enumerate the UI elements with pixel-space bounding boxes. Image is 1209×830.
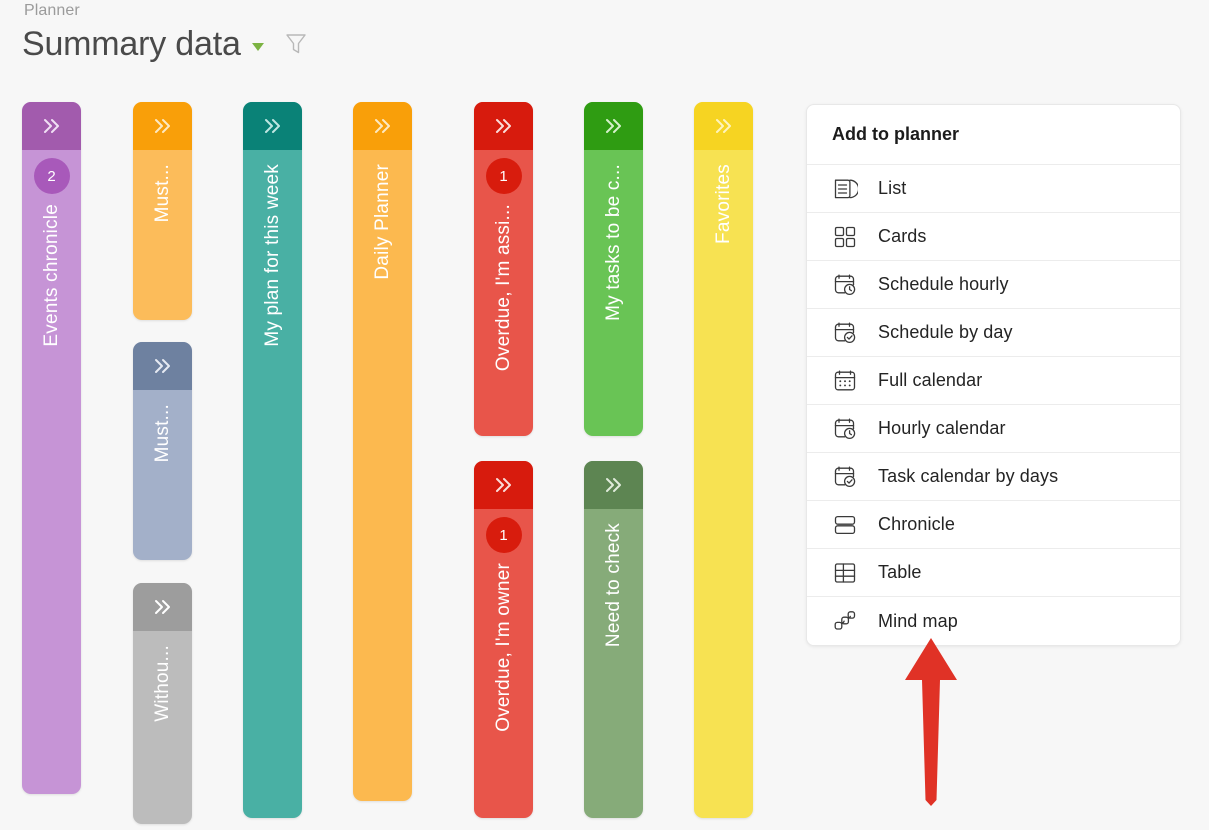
column-title: Overdue, I'm assi... bbox=[492, 204, 514, 372]
app-root: Planner Summary data 2 Events chronicle Mu… bbox=[0, 0, 1209, 830]
menu-item-label: Mind map bbox=[878, 610, 958, 631]
planner-column-card[interactable]: 1 Overdue, I'm owner bbox=[474, 461, 533, 818]
column-card-body: Need to check bbox=[584, 509, 643, 818]
menu-item-label: Schedule by day bbox=[878, 322, 1013, 342]
up-arrow-annotation bbox=[900, 636, 962, 813]
planner-column-card[interactable]: Favorites bbox=[694, 102, 753, 818]
rows-icon bbox=[832, 512, 858, 538]
add-to-planner-panel: Add to planner List Cards Schedule hourly S… bbox=[806, 104, 1181, 646]
page-title-row: Summary data bbox=[22, 22, 308, 66]
list-icon bbox=[832, 176, 858, 202]
menu-item-table[interactable]: Table bbox=[807, 549, 1180, 597]
double-chevron-right-icon bbox=[150, 356, 176, 376]
calendar-clock-icon bbox=[832, 272, 858, 298]
planner-column-card[interactable]: Withou... bbox=[133, 583, 192, 824]
column-expand-button[interactable] bbox=[22, 102, 81, 150]
menu-item-mind-map[interactable]: Mind map bbox=[807, 597, 1180, 645]
menu-item-label: Full calendar bbox=[878, 370, 983, 390]
planner-column-card[interactable]: Need to check bbox=[584, 461, 643, 818]
column-card-body: My plan for this week bbox=[243, 150, 302, 818]
menu-item-list[interactable]: List bbox=[807, 165, 1180, 213]
column-title: Favorites bbox=[712, 164, 734, 244]
chevron-down-icon[interactable] bbox=[251, 43, 264, 51]
double-chevron-right-icon bbox=[150, 116, 176, 136]
mind-map-icon bbox=[832, 608, 858, 634]
column-expand-button[interactable] bbox=[474, 102, 533, 150]
column-title: Must... bbox=[151, 164, 173, 223]
panel-title: Add to planner bbox=[807, 105, 1180, 165]
column-title: Need to check bbox=[602, 523, 624, 648]
panel-menu-list: List Cards Schedule hourly Schedule by day F… bbox=[807, 165, 1180, 645]
column-title: Overdue, I'm owner bbox=[492, 563, 514, 732]
column-expand-button[interactable] bbox=[133, 102, 192, 150]
table-icon bbox=[832, 560, 858, 586]
double-chevron-right-icon bbox=[601, 475, 627, 495]
column-expand-button[interactable] bbox=[474, 461, 533, 509]
planner-column-card[interactable]: Must... bbox=[133, 342, 192, 560]
column-expand-button[interactable] bbox=[694, 102, 753, 150]
menu-item-task-calendar-by-days[interactable]: Task calendar by days bbox=[807, 453, 1180, 501]
column-card-body: Must... bbox=[133, 150, 192, 320]
menu-item-label: Table bbox=[878, 562, 922, 582]
column-count-badge: 1 bbox=[485, 517, 522, 553]
column-count-badge: 2 bbox=[33, 158, 70, 194]
column-expand-button[interactable] bbox=[584, 461, 643, 509]
double-chevron-right-icon bbox=[370, 116, 396, 136]
double-chevron-right-icon bbox=[491, 116, 517, 136]
calendar-check-icon bbox=[832, 320, 858, 346]
double-chevron-right-icon bbox=[601, 116, 627, 136]
menu-item-label: Hourly calendar bbox=[878, 418, 1006, 438]
column-expand-button[interactable] bbox=[353, 102, 412, 150]
column-title: Withou... bbox=[151, 645, 173, 722]
menu-item-cards[interactable]: Cards bbox=[807, 213, 1180, 261]
column-title: My plan for this week bbox=[261, 164, 283, 347]
menu-item-label: Cards bbox=[878, 226, 927, 246]
planner-column-card[interactable]: Daily Planner bbox=[353, 102, 412, 801]
column-expand-button[interactable] bbox=[584, 102, 643, 150]
menu-item-chronicle[interactable]: Chronicle bbox=[807, 501, 1180, 549]
planner-column-card[interactable]: My plan for this week bbox=[243, 102, 302, 818]
column-title: My tasks to be c... bbox=[602, 164, 624, 321]
column-card-body: My tasks to be c... bbox=[584, 150, 643, 436]
planner-column-card[interactable]: My tasks to be c... bbox=[584, 102, 643, 436]
column-title: Must... bbox=[151, 404, 173, 463]
menu-item-full-calendar[interactable]: Full calendar bbox=[807, 357, 1180, 405]
menu-item-label: Chronicle bbox=[878, 514, 955, 534]
column-card-body: 1 Overdue, I'm owner bbox=[474, 509, 533, 818]
calendar-clock-icon bbox=[832, 416, 858, 442]
double-chevron-right-icon bbox=[260, 116, 286, 136]
column-count-badge: 1 bbox=[485, 158, 522, 194]
filter-icon[interactable] bbox=[284, 31, 308, 62]
column-card-body: Daily Planner bbox=[353, 150, 412, 801]
column-card-body: Withou... bbox=[133, 631, 192, 824]
menu-item-schedule-hourly[interactable]: Schedule hourly bbox=[807, 261, 1180, 309]
double-chevron-right-icon bbox=[491, 475, 517, 495]
column-title: Events chronicle bbox=[40, 204, 62, 347]
column-card-body: 1 Overdue, I'm assi... bbox=[474, 150, 533, 436]
column-card-body: 2 Events chronicle bbox=[22, 150, 81, 794]
planner-column-card[interactable]: 2 Events chronicle bbox=[22, 102, 81, 794]
calendar-dots-icon bbox=[832, 368, 858, 394]
breadcrumb[interactable]: Planner bbox=[24, 2, 80, 20]
calendar-check-icon bbox=[832, 464, 858, 490]
menu-item-hourly-calendar[interactable]: Hourly calendar bbox=[807, 405, 1180, 453]
column-expand-button[interactable] bbox=[243, 102, 302, 150]
column-title: Daily Planner bbox=[371, 164, 393, 280]
column-card-body: Must... bbox=[133, 390, 192, 560]
double-chevron-right-icon bbox=[711, 116, 737, 136]
planner-column-card[interactable]: 1 Overdue, I'm assi... bbox=[474, 102, 533, 436]
double-chevron-right-icon bbox=[150, 597, 176, 617]
menu-item-label: Task calendar by days bbox=[878, 466, 1059, 486]
column-expand-button[interactable] bbox=[133, 583, 192, 631]
menu-item-label: Schedule hourly bbox=[878, 274, 1009, 294]
column-expand-button[interactable] bbox=[133, 342, 192, 390]
cards-grid-icon bbox=[832, 224, 858, 250]
menu-item-label: List bbox=[878, 178, 907, 198]
menu-item-schedule-by-day[interactable]: Schedule by day bbox=[807, 309, 1180, 357]
planner-column-card[interactable]: Must... bbox=[133, 102, 192, 320]
page-title: Summary data bbox=[22, 25, 241, 63]
column-card-body: Favorites bbox=[694, 150, 753, 818]
double-chevron-right-icon bbox=[39, 116, 65, 136]
